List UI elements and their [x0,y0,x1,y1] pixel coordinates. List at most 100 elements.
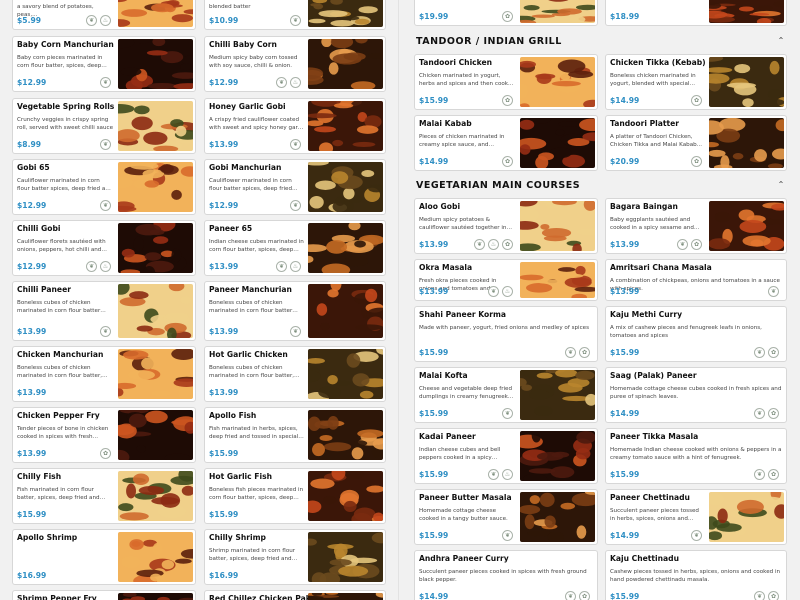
menu-item-card[interactable]: Gobi Manchurian Cauliflower marinated in … [204,159,386,215]
menu-item-price: $15.99 [419,348,449,357]
menu-item-text: Shahi Paneer Korma Made with paneer, yogu… [419,310,593,332]
nut-icon: ✿ [579,347,590,358]
menu-item-card[interactable]: Chicken Manchurian Boneless cubes of chic… [12,346,196,402]
menu-item-card[interactable]: Paneer Butter Masala Homemade cottage che… [414,489,598,545]
menu-item-card[interactable]: Tandoori Platter A platter of Tandoori Ch… [605,115,787,171]
food-photo-image [709,118,784,168]
menu-item-card[interactable]: Apollo Fish Fish marinated in herbs, spic… [204,407,386,463]
menu-item-text: Apollo Fish Fish marinated in herbs, spic… [209,411,304,441]
menu-item-description: Homemade Indian cheese cooked with onion… [610,447,782,462]
menu-item-card[interactable]: Paneer 65 Indian cheese cubes marinated i… [204,220,386,276]
food-photo [118,284,193,338]
menu-item-card[interactable]: Paneer Chettinadu Succulent paneer pieces… [605,489,787,545]
menu-item-card[interactable]: blended batter $10.99 ❦ [204,0,386,30]
menu-item-price: $14.99 [610,96,640,105]
menu-item-text: Kadai Paneer Indian cheese cubes and bell… [419,432,516,462]
menu-item-name: Baby Corn Manchurian [17,40,114,49]
menu-item-card[interactable]: $18.99 [605,0,787,26]
nut-icon: ✿ [502,156,513,167]
menu-item-card[interactable]: a savory blend of potatoes, peas,... $5.9… [12,0,196,30]
food-photo-image [308,410,383,460]
menu-item-card[interactable]: Red Chillez Chicken Pakora [204,590,386,600]
food-photo-image [308,39,383,89]
dietary-icons: ❦ ✿ [565,347,590,358]
menu-item-card[interactable]: Honey Garlic Gobi A crispy fried cauliflo… [204,98,386,154]
menu-item-card[interactable]: Tandoori Chicken Chicken marinated in yog… [414,54,598,110]
menu-item-text [419,0,516,3]
menu-item-card[interactable]: Vegetable Spring Rolls Crunchy veggies in… [12,98,196,154]
food-photo-image [308,471,383,521]
menu-item-name: Vegetable Spring Rolls [17,102,115,111]
menu-item-card[interactable]: Shrimp Pepper Fry [12,590,196,600]
menu-item-name: Paneer 65 [209,224,253,233]
menu-item-card[interactable]: Andhra Paneer Curry Succulent paneer piec… [414,550,598,600]
menu-item-card[interactable]: Malai Kofta Cheese and vegetable deep fri… [414,367,598,423]
chili-icon: ♨ [502,286,513,297]
menu-item-description: Succulent paneer pieces cooked in spices… [419,569,587,584]
menu-item-card[interactable]: Chilly Shrimp Shrimp marinated in corn fl… [204,529,386,585]
leaf-icon: ❦ [768,286,779,297]
menu-item-text: Kaju Chettinadu Cashew pieces tossed in h… [610,554,782,584]
nut-icon: ✿ [768,347,779,358]
menu-item-card[interactable]: Bagara Baingan Baby eggplants sautéed and… [605,198,787,254]
menu-item-card[interactable]: $19.99 ✿ [414,0,598,26]
menu-item-card[interactable]: Chilly Fish Fish marinated in corn flour … [12,468,196,524]
dietary-icons: ✿ [502,156,513,167]
dietary-icons: ✿ [100,448,111,459]
menu-item-card[interactable]: Kaju Methi Curry A mix of cashew pieces a… [605,306,787,362]
menu-item-card[interactable]: Chilli Baby Corn Medium spicy baby corn t… [204,36,386,92]
chevron-up-icon[interactable]: ⌃ [776,180,786,189]
menu-item-card[interactable]: Saag (Palak) Paneer Homemade cottage chee… [605,367,787,423]
menu-item-card[interactable]: Hot Garlic Fish Boneless fish pieces mari… [204,468,386,524]
menu-item-card[interactable]: Aloo Gobi Medium spicy potatoes & caulifl… [414,198,598,254]
menu-item-card[interactable]: Baby Corn Manchurian Baby corn pieces mar… [12,36,196,92]
food-photo-image [308,162,383,212]
menu-item-card[interactable]: Amritsari Chana Masala A combination of c… [605,259,787,301]
menu-item-card[interactable]: Chicken Tikka (Kebab) Boneless chicken ma… [605,54,787,110]
menu-item-card[interactable]: Hot Garlic Chicken Boneless cubes of chic… [204,346,386,402]
menu-item-price: $16.99 [209,571,239,580]
menu-item-text: Red Chillez Chicken Pakora [209,594,325,600]
menu-item-price: $13.99 [17,388,47,397]
food-photo [308,532,383,582]
menu-item-description: Medium spicy baby corn tossed with soy s… [209,55,298,70]
menu-item-text: Saag (Palak) Paneer Homemade cottage chee… [610,371,782,401]
menu-item-name: Kaju Methi Curry [610,310,683,319]
food-photo [709,201,784,251]
leaf-icon: ❦ [488,286,499,297]
menu-item-name: Red Chillez Chicken Pakora [209,594,325,600]
menu-item-card[interactable]: Paneer Manchurian Boneless cubes of chick… [204,281,386,341]
menu-item-name: Paneer Manchurian [209,285,292,294]
dietary-icons: ❦ [100,77,111,88]
food-photo-image [520,0,595,23]
menu-item-description: A platter of Tandoori Chicken, Chicken T… [610,134,703,149]
menu-item-price: $12.99 [209,201,239,210]
menu-item-card[interactable]: Chicken Pepper Fry Tender pieces of bone … [12,407,196,463]
food-photo-image [520,118,595,168]
menu-item-card[interactable]: Paneer Tikka Masala Homemade Indian chees… [605,428,787,484]
menu-item-card[interactable]: Chilli Paneer Boneless cubes of chicken m… [12,281,196,341]
food-photo [118,39,193,89]
chevron-up-icon[interactable]: ⌃ [776,36,786,45]
dietary-icons: ❦ [691,530,702,541]
menu-item-card[interactable]: Chilli Gobi Cauliflower florets sautéed w… [12,220,196,276]
menu-item-text: Paneer Butter Masala Homemade cottage che… [419,493,516,523]
food-photo [118,410,193,460]
menu-item-card[interactable]: Gobi 65 Cauliflower marinated in corn flo… [12,159,196,215]
menu-item-card[interactable]: Okra Masala Fresh okra pieces cooked in o… [414,259,598,301]
menu-item-price: $8.99 [17,140,42,149]
menu-item-name: Chilly Shrimp [209,533,266,542]
food-photo-image [118,101,193,151]
menu-item-card[interactable]: Malai Kabab Pieces of chicken marinated i… [414,115,598,171]
menu-item-card[interactable]: Kadai Paneer Indian cheese cubes and bell… [414,428,598,484]
dietary-icons: ❦ [768,286,779,297]
menu-item-price: $13.99 [419,240,449,249]
menu-item-card[interactable]: Shahi Paneer Korma Made with paneer, yogu… [414,306,598,362]
food-photo-image [308,532,383,582]
dietary-icons: ❦ [290,326,301,337]
menu-item-card[interactable]: Apollo Shrimp $16.99 [12,529,196,585]
menu-item-card[interactable]: Kaju Chettinadu Cashew pieces tossed in h… [605,550,787,600]
chili-icon: ♨ [488,239,499,250]
food-photo-image [520,201,595,251]
menu-item-name: Hot Garlic Chicken [209,350,288,359]
